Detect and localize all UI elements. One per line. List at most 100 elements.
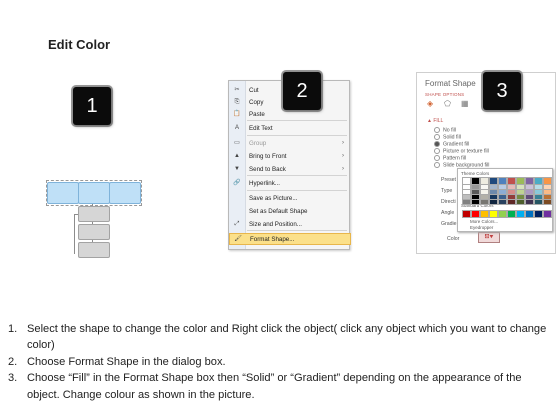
blue-box[interactable] [109,182,141,204]
blue-box[interactable] [78,182,110,204]
radio-icon [434,134,440,140]
menu-item-icon: ▭ [234,140,240,146]
menu-item-label: Paste [249,111,265,118]
standard-color-swatch[interactable] [543,210,552,218]
color-swatch[interactable] [498,199,507,205]
menu-item-icon [233,195,241,202]
standard-color-swatch[interactable] [498,210,507,218]
instruction-step: 3. Choose “Fill” in the Format Shape box … [8,372,522,401]
fill-option-radio[interactable]: Pattern fill [434,155,466,161]
color-swatch[interactable] [516,199,525,205]
menu-separator [247,175,347,176]
menu-item-save-as-picture[interactable]: Save as Picture... [229,193,349,204]
color-label: Color [447,236,460,242]
instruction-step: 1. Select the shape to change the color a… [8,323,547,352]
grey-box[interactable] [78,224,110,240]
color-swatch[interactable] [525,199,534,205]
menu-item-icon [233,208,241,215]
menu-separator [247,190,347,191]
field-label: Type [441,188,453,194]
menu-item-label: Group [249,140,267,147]
menu-item-size-and-position[interactable]: ⤢ Size and Position... [229,219,349,230]
standard-color-swatch[interactable] [489,210,498,218]
fill-option-radio[interactable]: Gradient fill [434,141,469,147]
standard-color-swatch[interactable] [507,210,516,218]
radio-icon [434,141,440,147]
menu-item-label: Edit Text [249,125,273,132]
connector-line [74,214,75,254]
color-swatch[interactable] [507,199,516,205]
menu-item-group[interactable]: ▭ Group › [229,138,349,149]
blue-box[interactable] [47,182,79,204]
menu-item-label: Cut [249,87,259,94]
standard-color-swatch[interactable] [462,210,471,218]
fill-option-label: Picture or texture fill [443,148,489,155]
menu-item-edit-text[interactable]: A Edit Text [229,123,349,134]
field-label: Angle [441,210,455,216]
color-swatch[interactable] [480,199,489,205]
menu-item-icon: 🔗 [233,180,241,186]
color-swatch[interactable] [471,199,480,205]
menu-item-label: Bring to Front [249,153,287,160]
menu-item-format-shape[interactable]: 🖌 Format Shape... [229,233,351,245]
menu-item-label: Size and Position... [249,221,302,228]
menu-item-icon: ⤢ [234,221,240,227]
menu-item-icon: A [234,125,239,131]
color-swatch[interactable] [462,199,471,205]
standard-color-swatch[interactable] [480,210,489,218]
menu-item-icon: 🖌 [234,236,242,242]
menu-item-set-as-default-shape[interactable]: Set as Default Shape [229,206,349,217]
menu-item-bring-to-front[interactable]: ▲ Bring to Front › [229,151,349,162]
more-colors-item[interactable]: More Colors... [470,219,498,224]
menu-item-icon: ✂ [234,87,240,93]
org-chart-shape[interactable] [44,178,142,260]
menu-separator [247,135,347,136]
radio-icon [434,155,440,161]
field-label: Gradie [441,221,457,227]
fill-option-label: Pattern fill [443,155,467,162]
fill-option-radio[interactable]: Picture or texture fill [434,148,489,154]
fill-option-label: Solid fill [443,134,461,141]
color-swatch[interactable] [543,199,552,205]
page-title: Edit Color [48,37,111,52]
menu-item-hyperlink[interactable]: 🔗 Hyperlink... [229,178,349,189]
color-dropdown-button[interactable]: ⛾▾ [478,232,500,243]
fill-section-header[interactable]: ▲ FILL [427,118,443,124]
pane-subtitle[interactable]: SHAPE OPTIONS [425,92,464,97]
menu-separator [247,120,347,121]
standard-color-swatch[interactable] [525,210,534,218]
grey-box[interactable] [78,242,110,258]
menu-item-send-to-back[interactable]: ▼ Send to Back › [229,164,349,175]
eyedropper-item[interactable]: Eyedropper [470,225,493,230]
fill-option-radio[interactable]: No fill [434,127,456,133]
menu-item-paste[interactable]: 📋 Paste [229,109,349,120]
menu-separator [247,230,347,231]
standard-color-swatch[interactable] [471,210,480,218]
fill-option-radio[interactable]: Solid fill [434,134,461,140]
menu-item-label: Send to Back [249,166,286,173]
step-badge-3: 3 [483,72,521,110]
submenu-arrow-icon: › [342,166,344,172]
submenu-arrow-icon: › [342,153,344,159]
standard-color-swatch[interactable] [516,210,525,218]
menu-item-label: Copy [249,99,264,106]
instruction-step: 2. Choose Format Shape in the dialog box. [8,355,226,368]
standard-color-swatch[interactable] [534,210,543,218]
menu-item-label: Set as Default Shape [249,208,308,215]
color-swatch[interactable] [534,199,543,205]
color-swatch[interactable] [489,199,498,205]
step-badge-1: 1 [73,87,111,125]
step-badge-2: 2 [283,72,321,110]
radio-icon [434,148,440,154]
menu-item-icon: ▲ [234,153,240,159]
grey-box[interactable] [78,206,110,222]
radio-icon [434,162,440,168]
instruction-list: 1. Select the shape to change the color a… [8,321,556,403]
menu-item-label: Save as Picture... [249,195,298,202]
size-tab-icon[interactable]: ▦ [461,100,471,108]
menu-item-icon: ⎘ [234,99,240,105]
effects-tab-icon[interactable]: ⬠ [444,100,454,108]
fill-line-tab-icon[interactable]: ◈ [427,100,437,108]
menu-item-label: Hyperlink... [249,180,280,187]
theme-colors-header: Theme Colors [461,171,490,176]
